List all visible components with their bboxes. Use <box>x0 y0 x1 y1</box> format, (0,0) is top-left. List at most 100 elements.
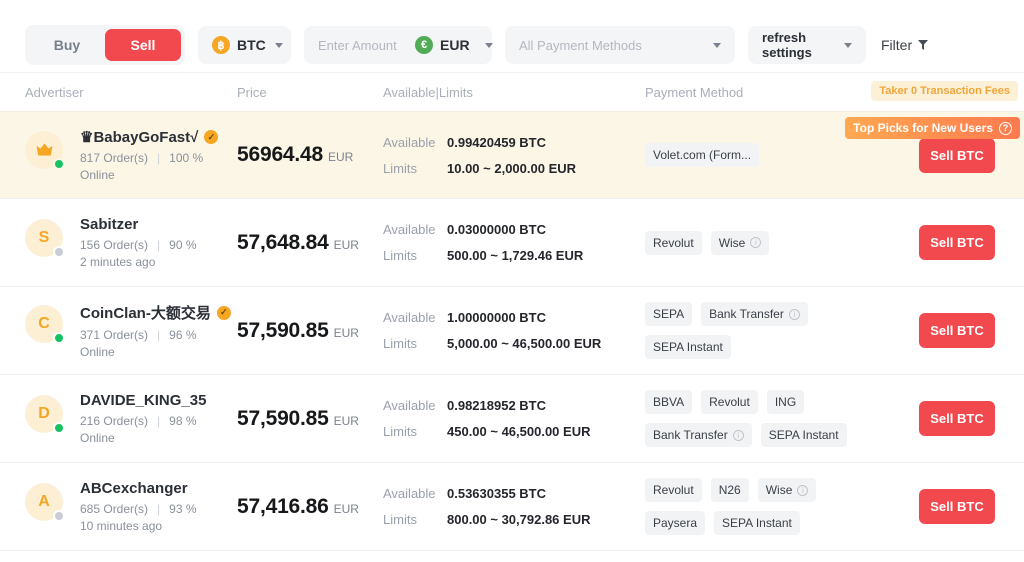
payment-method-label: Wise <box>765 483 793 497</box>
payment-method-tag: Revolut <box>645 230 702 255</box>
limits-value: 500.00 ~ 1,729.46 EUR <box>447 248 584 263</box>
eur-icon: € <box>415 36 433 54</box>
price-value: 57,590.85 <box>237 406 329 430</box>
limits-value: 800.00 ~ 30,792.86 EUR <box>447 512 591 527</box>
limits-label: Limits <box>383 248 417 263</box>
advertiser-name[interactable]: CoinClan-大额交易 ✓ <box>80 302 231 323</box>
info-icon[interactable] <box>788 308 800 320</box>
offer-row: Top Picks for New Users ? ♛BabayGoFast√ … <box>0 111 1024 199</box>
advertiser-name-text: ABCexchanger <box>80 480 188 497</box>
avatar-letter: D <box>38 405 50 422</box>
toolbar: Buy Sell ฿ BTC € EUR All Payment Methods… <box>0 0 1024 72</box>
filter-button[interactable]: Filter <box>879 37 929 53</box>
info-icon[interactable] <box>750 237 762 248</box>
completion-rate: 100 % <box>169 151 204 165</box>
buy-tab[interactable]: Buy <box>29 29 105 61</box>
limits-label: Limits <box>383 424 417 439</box>
avatar[interactable]: D <box>25 395 65 434</box>
asset-select[interactable]: ฿ BTC <box>198 26 291 64</box>
price: 57,648.84 EUR <box>237 231 383 255</box>
amount-input[interactable] <box>318 37 406 53</box>
verified-badge-icon: ✓ <box>204 130 219 144</box>
taker-fee-badge: Taker 0 Transaction Fees <box>871 81 1018 101</box>
available-limits: Available 1.00000000 BTC Limits 5,000.00… <box>383 310 645 351</box>
avatar[interactable]: C <box>25 305 65 344</box>
completion-rate: 93 % <box>169 502 197 516</box>
avatar[interactable]: A <box>25 483 65 522</box>
price-currency: EUR <box>333 237 359 252</box>
avatar[interactable]: S <box>25 219 65 258</box>
advertiser-last-seen: 2 minutes ago <box>80 255 156 269</box>
payment-method-tag: Revolut <box>645 478 702 502</box>
available-limits: Available 0.98218952 BTC Limits 450.00 ~… <box>383 398 645 439</box>
chevron-down-icon <box>844 42 852 48</box>
advertiser-name[interactable]: Sabitzer <box>80 216 197 233</box>
advertiser-name-text: Sabitzer <box>80 216 139 233</box>
price: 57,590.85 EUR <box>237 319 383 343</box>
avatar-letter: S <box>38 229 50 246</box>
advertiser-name[interactable]: ♛BabayGoFast√ ✓ <box>80 128 219 146</box>
price-currency: EUR <box>333 413 359 428</box>
payment-method-tag: Volet.com (Form... <box>645 143 760 167</box>
price: 56964.48 EUR <box>237 143 383 167</box>
info-icon[interactable] <box>732 429 744 441</box>
advertiser-name[interactable]: ABCexchanger <box>80 480 197 497</box>
advertiser-last-seen: Online <box>80 431 115 445</box>
payment-method-label: Bank Transfer <box>709 307 784 321</box>
sell-tab[interactable]: Sell <box>105 29 181 61</box>
sell-btc-button[interactable]: Sell BTC <box>919 313 995 348</box>
payment-method-label: SEPA Instant <box>722 516 792 530</box>
limits-label: Limits <box>383 512 417 527</box>
stats-divider: | <box>157 238 161 252</box>
chevron-down-icon <box>274 42 283 48</box>
payment-method-tag: Paysera <box>645 511 706 535</box>
limits-value: 5,000.00 ~ 46,500.00 EUR <box>447 336 602 351</box>
amount-box: € EUR <box>304 26 493 64</box>
order-count: 156 Order(s) <box>80 238 149 252</box>
payment-methods: BBVA Revolut ING Bank Transfer SEPA Instant <box>645 390 895 447</box>
limits-label: Limits <box>383 160 417 176</box>
fiat-select[interactable]: € EUR <box>415 36 493 54</box>
advertiser-name[interactable]: DAVIDE_KING_35 <box>80 392 206 409</box>
refresh-settings-select[interactable]: refresh settings <box>748 26 866 64</box>
price-value: 57,416.86 <box>237 494 329 518</box>
completion-rate: 96 % <box>169 328 197 342</box>
asset-select-value: BTC <box>237 37 266 53</box>
advertiser-last-seen: Online <box>80 168 115 182</box>
available-label: Available <box>383 134 436 150</box>
payment-method-tag: Revolut <box>701 390 758 414</box>
avatar[interactable] <box>25 131 65 170</box>
avatar-letter: C <box>38 315 50 332</box>
sell-btc-button[interactable]: Sell BTC <box>919 225 995 260</box>
available-value: 0.03000000 BTC <box>447 222 547 237</box>
sell-btc-button[interactable]: Sell BTC <box>919 137 995 173</box>
verified-badge-icon: ✓ <box>216 305 231 320</box>
stats-divider: | <box>157 502 161 516</box>
payment-method-select[interactable]: All Payment Methods <box>505 26 735 64</box>
payment-methods: Revolut Wise <box>645 230 895 255</box>
payment-method-label: Paysera <box>653 516 698 530</box>
sell-btc-button[interactable]: Sell BTC <box>919 401 995 436</box>
payment-method-tag: SEPA Instant <box>760 423 847 447</box>
payment-method-label: SEPA Instant <box>768 428 839 442</box>
price-currency: EUR <box>333 501 359 516</box>
status-dot <box>53 246 65 258</box>
price: 57,590.85 EUR <box>237 407 383 431</box>
advertiser-name-text: CoinClan-大额交易 <box>80 305 211 322</box>
order-count: 817 Order(s) <box>80 151 149 165</box>
payment-method-label: Bank Transfer <box>653 428 728 442</box>
price-value: 57,590.85 <box>237 318 329 342</box>
sell-btc-button[interactable]: Sell BTC <box>919 489 995 524</box>
order-count: 216 Order(s) <box>80 414 149 428</box>
price-value: 57,648.84 <box>237 230 329 254</box>
table-header: Advertiser Price Available|Limits Paymen… <box>0 73 1024 111</box>
payment-method-label: ING <box>774 395 797 409</box>
info-icon[interactable] <box>797 484 809 496</box>
fiat-select-value: EUR <box>440 37 470 53</box>
order-count: 685 Order(s) <box>80 502 149 516</box>
completion-rate: 98 % <box>169 414 197 428</box>
top-picks-badge[interactable]: Top Picks for New Users ? <box>845 117 1020 139</box>
offer-row: C CoinClan-大额交易 ✓ 371 Order(s) | 96 % On… <box>0 287 1024 375</box>
payment-method-tag: ING <box>766 390 805 414</box>
col-header-payment: Payment Method <box>645 84 744 100</box>
